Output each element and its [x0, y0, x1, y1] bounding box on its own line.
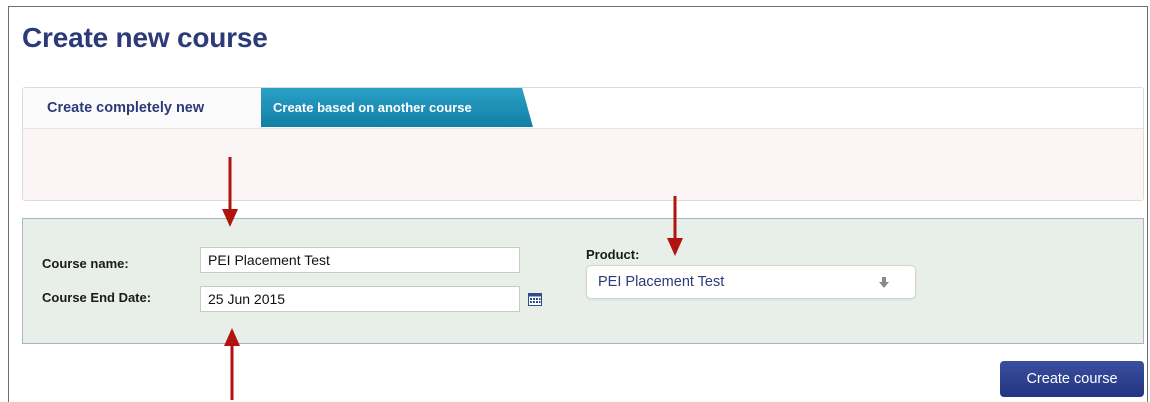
tab-panel: Create completely new Create based on an… — [22, 87, 1144, 201]
course-name-label: Course name: — [42, 256, 129, 271]
tab-label: Create based on another course — [273, 100, 472, 115]
course-name-input[interactable] — [200, 247, 520, 273]
tab-content-area — [23, 128, 1143, 200]
tab-create-based-on-another-course[interactable]: Create based on another course — [261, 88, 533, 127]
course-end-date-input[interactable] — [200, 286, 520, 312]
annotation-arrow-down-icon — [667, 196, 683, 256]
course-form-panel — [22, 218, 1144, 344]
course-end-date-label: Course End Date: — [42, 290, 152, 305]
page-title: Create new course — [22, 22, 268, 53]
tab-create-completely-new[interactable]: Create completely new — [23, 88, 263, 128]
calendar-icon[interactable] — [528, 292, 542, 306]
create-course-button[interactable]: Create course — [1000, 361, 1144, 397]
annotation-arrow-up-icon — [224, 328, 240, 400]
dropdown-arrow-icon — [879, 277, 889, 288]
annotation-arrow-down-icon — [222, 157, 238, 227]
product-selected-value: PEI Placement Test — [598, 274, 725, 290]
product-select[interactable]: PEI Placement Test — [586, 265, 916, 299]
tab-label: Create completely new — [47, 100, 205, 116]
product-label: Product: — [586, 247, 640, 262]
